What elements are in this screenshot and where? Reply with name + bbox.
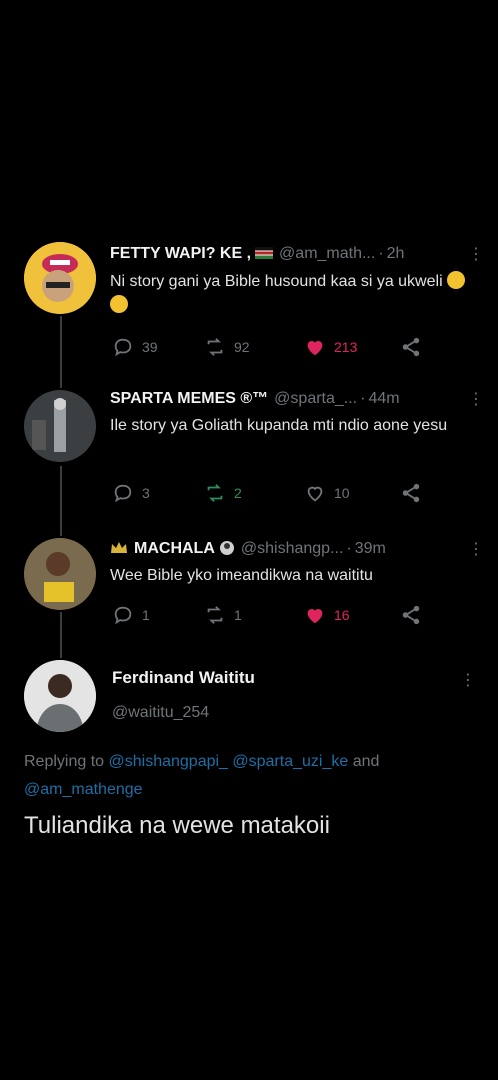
replying-conjunction: and — [352, 753, 380, 770]
reply-button[interactable]: 39 — [112, 336, 158, 358]
retweet-count: 1 — [234, 607, 242, 623]
retweet-icon — [207, 484, 223, 502]
more-options-icon[interactable]: ⋮ — [468, 244, 484, 264]
tweet-text: Ile story ya Goliath kupanda mti ndio ao… — [110, 417, 448, 434]
user-handle[interactable]: @am_math... — [279, 245, 375, 263]
avatar[interactable] — [24, 242, 96, 314]
retweet-count: 92 — [234, 339, 250, 355]
user-name[interactable]: FETTY WAPI? KE , — [110, 245, 251, 263]
user-handle[interactable]: @waititu_254 — [112, 704, 209, 722]
thread-connector — [60, 612, 62, 658]
separator: · — [346, 540, 352, 557]
more-options-icon[interactable]: ⋮ — [460, 670, 476, 690]
emoji-icon — [219, 540, 235, 559]
user-handle[interactable]: @shishangp... — [241, 540, 344, 558]
retweet-icon — [207, 338, 223, 356]
more-options-icon[interactable]: ⋮ — [468, 389, 484, 409]
mention-link[interactable]: @sparta_uzi_ke — [232, 753, 348, 770]
mention-link[interactable]: @am_mathenge — [24, 781, 143, 798]
reply-icon — [114, 606, 132, 625]
retweet-button[interactable]: 92 — [204, 336, 250, 358]
user-name[interactable]: SPARTA MEMES ®™ — [110, 390, 268, 408]
user-name[interactable]: Ferdinand Waititu — [112, 668, 255, 688]
retweet-button[interactable]: 2 — [204, 482, 242, 504]
heart-filled-icon — [307, 609, 323, 624]
share-button[interactable] — [400, 482, 422, 504]
reply-count: 1 — [142, 607, 150, 623]
retweet-button[interactable]: 1 — [204, 604, 242, 626]
share-icon — [402, 483, 420, 503]
reply-icon — [114, 338, 132, 357]
retweet-icon — [207, 606, 223, 624]
avatar[interactable] — [24, 538, 96, 610]
tweet-text: Wee Bible yko imeandikwa na waititu — [110, 567, 373, 584]
like-button[interactable]: 16 — [304, 604, 350, 626]
reply-icon — [114, 484, 132, 503]
share-button[interactable] — [400, 336, 422, 358]
retweet-count: 2 — [234, 485, 242, 501]
thinking-emoji-icon — [447, 271, 466, 289]
like-count: 213 — [334, 339, 358, 355]
user-handle[interactable]: @sparta_... — [274, 390, 357, 408]
timestamp[interactable]: 39m — [355, 540, 386, 558]
tweet-actions: 1 1 16 — [112, 604, 432, 628]
reply-count: 39 — [142, 339, 158, 355]
tweet-text: Ni story gani ya Bible husound kaa si ya… — [110, 273, 443, 290]
reply-button[interactable]: 3 — [112, 482, 150, 504]
like-button[interactable]: 213 — [304, 336, 357, 358]
user-name[interactable]: MACHALA — [134, 540, 215, 558]
separator: · — [378, 245, 384, 262]
timestamp[interactable]: 44m — [368, 390, 399, 408]
avatar[interactable] — [24, 660, 96, 732]
like-count: 16 — [334, 607, 350, 623]
like-count: 10 — [334, 485, 350, 501]
share-icon — [402, 605, 420, 625]
avatar[interactable] — [24, 390, 96, 462]
tweet-text-container: Ni story gani ya Bible husound kaa si ya… — [110, 270, 476, 318]
heart-filled-icon — [307, 341, 323, 356]
tweet-actions: 39 92 213 — [112, 336, 432, 360]
tweet-thread: FETTY WAPI? KE , @am_math... · 2h ⋮ Ni s… — [0, 0, 498, 1080]
share-icon — [402, 337, 420, 357]
timestamp[interactable]: 2h — [387, 245, 405, 263]
flag-icon — [255, 246, 274, 262]
replying-prefix: Replying to — [24, 753, 105, 770]
thread-connector — [60, 466, 62, 536]
heart-outline-icon — [307, 486, 323, 502]
thinking-emoji-icon — [110, 295, 128, 313]
mention-link[interactable]: @shishangpapi_ — [109, 753, 228, 770]
thread-connector — [60, 316, 62, 388]
tweet-text: Tuliandika na wewe matakoii — [24, 812, 330, 839]
like-button[interactable]: 10 — [304, 482, 350, 504]
share-button[interactable] — [400, 604, 422, 626]
reply-button[interactable]: 1 — [112, 604, 150, 626]
replying-to: Replying to @shishangpapi_ @sparta_uzi_k… — [24, 748, 474, 804]
reply-count: 3 — [142, 485, 150, 501]
more-options-icon[interactable]: ⋮ — [468, 539, 484, 559]
crown-icon — [110, 541, 128, 558]
tweet-actions: 3 2 10 — [112, 482, 432, 506]
separator: · — [360, 390, 366, 407]
